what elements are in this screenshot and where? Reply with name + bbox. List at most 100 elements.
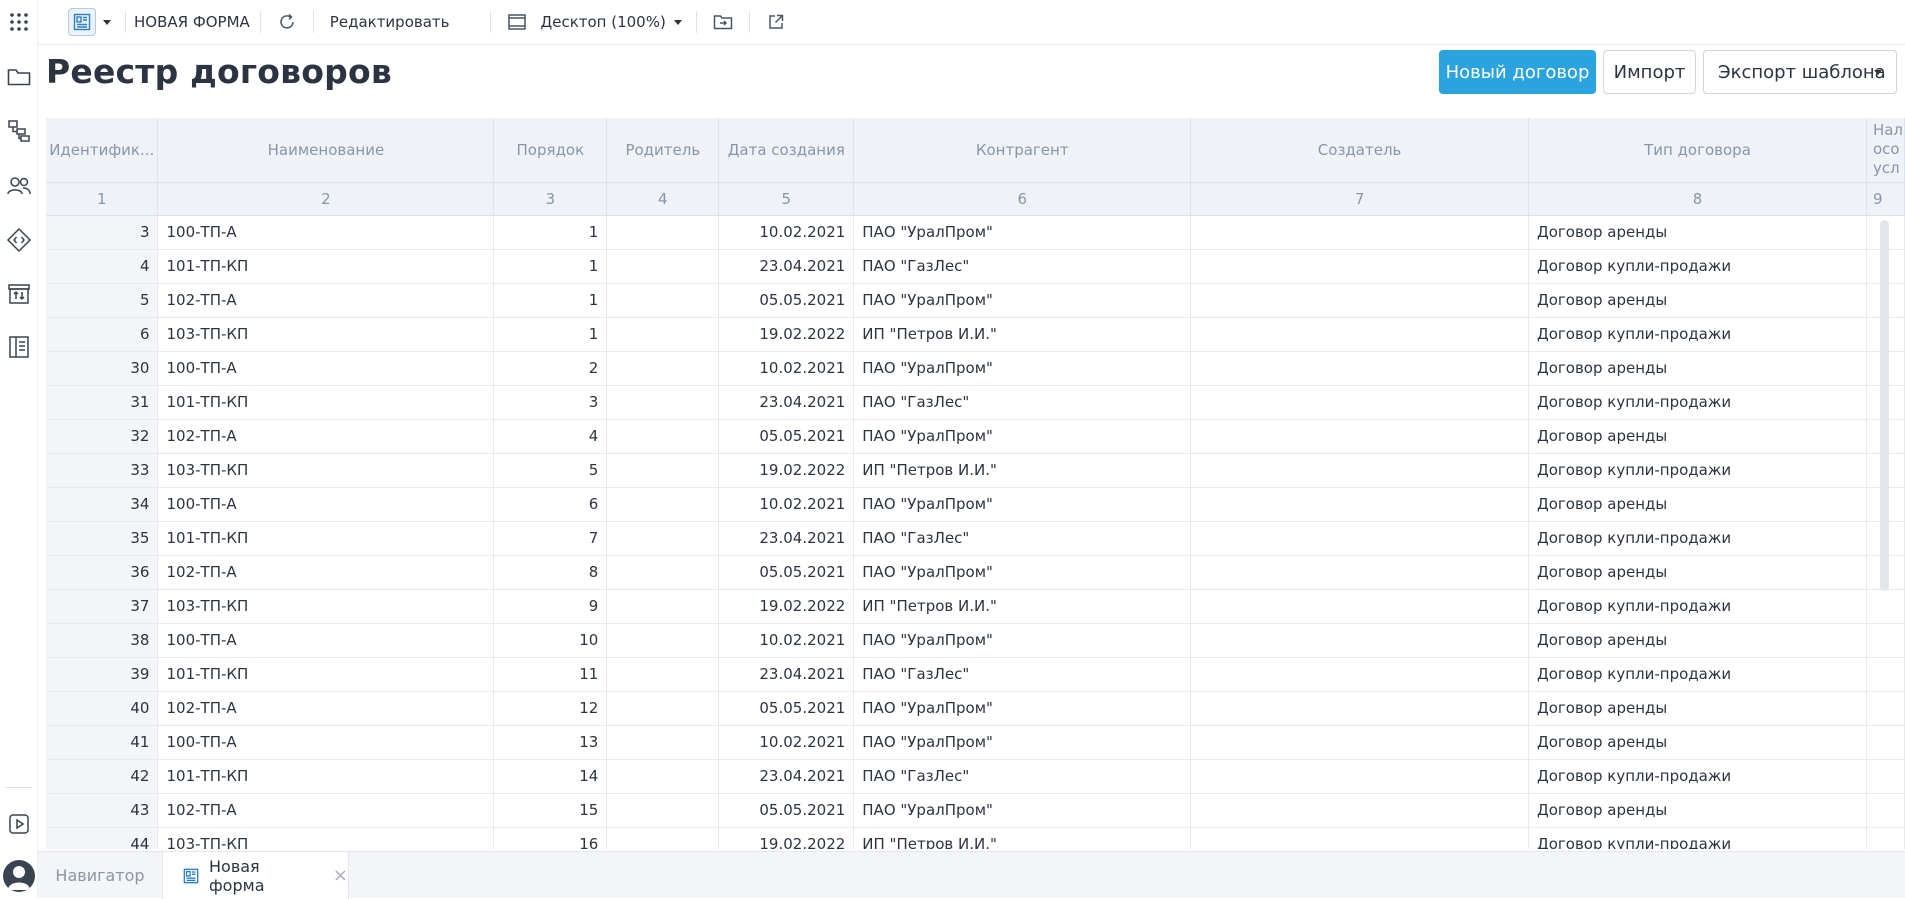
cell-creator[interactable] (1190, 623, 1530, 658)
cell-creator[interactable] (1190, 351, 1530, 386)
cell-order[interactable]: 1 (493, 317, 608, 352)
cell-id[interactable]: 43 (46, 793, 159, 828)
cell-parent[interactable] (606, 657, 720, 692)
cell-counterparty[interactable]: ПАО "УралПром" (853, 215, 1192, 250)
cell-creator[interactable] (1190, 555, 1530, 590)
cell-counterparty[interactable]: ПАО "ГазЛес" (853, 249, 1192, 284)
cell-contract-type[interactable]: Договор аренды (1528, 283, 1867, 318)
tab-current-form[interactable]: Новая форма × (162, 852, 349, 899)
cell-id[interactable]: 38 (46, 623, 159, 658)
cell-parent[interactable] (606, 691, 720, 726)
cell-order[interactable]: 8 (493, 555, 608, 590)
col-header-id[interactable]: Идентифик... (46, 118, 159, 183)
cell-contract-type[interactable]: Договор купли-продажи (1528, 317, 1867, 352)
cell-name[interactable]: 102-ТП-А (157, 419, 495, 454)
cell-id[interactable]: 44 (46, 827, 159, 849)
table-row[interactable]: 34 100-ТП-А 6 10.02.2021 ПАО "УралПром" Догов… (46, 487, 1905, 522)
cell-created-date[interactable]: 05.05.2021 (718, 555, 855, 590)
cell-counterparty[interactable]: ИП "Петров И.И." (853, 453, 1192, 488)
cell-name[interactable]: 101-ТП-КП (157, 521, 495, 556)
cell-order[interactable]: 16 (493, 827, 608, 849)
cell-parent[interactable] (606, 351, 720, 386)
cell-id[interactable]: 35 (46, 521, 159, 556)
cell-creator[interactable] (1190, 283, 1530, 318)
cell-created-date[interactable]: 23.04.2021 (718, 385, 855, 420)
cell-name[interactable]: 101-ТП-КП (157, 385, 495, 420)
table-row[interactable]: 39 101-ТП-КП 11 23.04.2021 ПАО "ГазЛес" Догов… (46, 657, 1905, 692)
cell-creator[interactable] (1190, 487, 1530, 522)
table-row[interactable]: 6 103-ТП-КП 1 19.02.2022 ИП "Петров И.И." Дог… (46, 317, 1905, 352)
table-row[interactable]: 36 102-ТП-А 8 05.05.2021 ПАО "УралПром" Догов… (46, 555, 1905, 590)
cell-contract-type[interactable]: Договор купли-продажи (1528, 385, 1867, 420)
cell-name[interactable]: 102-ТП-А (157, 793, 495, 828)
table-row[interactable]: 40 102-ТП-А 12 05.05.2021 ПАО "УралПром" Дого… (46, 691, 1905, 726)
cell-id[interactable]: 41 (46, 725, 159, 760)
cell-created-date[interactable]: 10.02.2021 (718, 725, 855, 760)
cell-parent[interactable] (606, 759, 720, 794)
cell-order[interactable]: 7 (493, 521, 608, 556)
cell-order[interactable]: 1 (493, 283, 608, 318)
cell-creator[interactable] (1190, 419, 1530, 454)
edit-button[interactable]: Редактировать (330, 13, 450, 31)
cell-counterparty[interactable]: ИП "Петров И.И." (853, 317, 1192, 352)
cell-creator[interactable] (1190, 827, 1530, 849)
form-dropdown-chevron-icon[interactable] (103, 19, 111, 25)
cell-creator[interactable] (1190, 657, 1530, 692)
open-external-icon[interactable] (764, 10, 788, 34)
cell-parent[interactable] (606, 827, 720, 849)
cell-counterparty[interactable]: ПАО "ГазЛес" (853, 385, 1192, 420)
cell-contract-type[interactable]: Договор аренды (1528, 351, 1867, 386)
users-icon[interactable] (5, 172, 33, 200)
cell-counterparty[interactable]: ИП "Петров И.И." (853, 589, 1192, 624)
cell-id[interactable]: 30 (46, 351, 159, 386)
cell-id[interactable]: 42 (46, 759, 159, 794)
cell-counterparty[interactable]: ПАО "УралПром" (853, 419, 1192, 454)
cell-created-date[interactable]: 19.02.2022 (718, 827, 855, 849)
view-mode-selector[interactable]: Десктоп (100%) (541, 13, 666, 31)
cell-contract-type[interactable]: Договор купли-продажи (1528, 759, 1867, 794)
cell-created-date[interactable]: 19.02.2022 (718, 453, 855, 488)
cell-creator[interactable] (1190, 317, 1530, 352)
cell-counterparty[interactable]: ПАО "ГазЛес" (853, 657, 1192, 692)
col-header-order[interactable]: Порядок (493, 118, 608, 183)
cell-name[interactable]: 101-ТП-КП (157, 249, 495, 284)
cell-creator[interactable] (1190, 453, 1530, 488)
cell-name[interactable]: 100-ТП-А (157, 215, 495, 250)
cell-creator[interactable] (1190, 725, 1530, 760)
export-template-button[interactable]: Экспорт шаблона (1703, 50, 1897, 94)
cell-id[interactable]: 34 (46, 487, 159, 522)
cell-contract-type[interactable]: Договор аренды (1528, 487, 1867, 522)
cell-created-date[interactable]: 05.05.2021 (718, 283, 855, 318)
table-row[interactable]: 4 101-ТП-КП 1 23.04.2021 ПАО "ГазЛес" Договор… (46, 249, 1905, 284)
book-icon[interactable] (5, 333, 33, 361)
cell-order[interactable]: 12 (493, 691, 608, 726)
cell-created-date[interactable]: 19.02.2022 (718, 589, 855, 624)
cell-contract-type[interactable]: Договор аренды (1528, 555, 1867, 590)
col-header-name[interactable]: Наименование (157, 118, 495, 183)
cell-contract-type[interactable]: Договор аренды (1528, 623, 1867, 658)
col-header-counterparty[interactable]: Контрагент (853, 118, 1192, 183)
cell-creator[interactable] (1190, 521, 1530, 556)
cell-counterparty[interactable]: ИП "Петров И.И." (853, 827, 1192, 849)
apps-grid-icon[interactable] (5, 8, 33, 36)
cell-name[interactable]: 102-ТП-А (157, 691, 495, 726)
cell-parent[interactable] (606, 317, 720, 352)
cell-id[interactable]: 40 (46, 691, 159, 726)
cell-counterparty[interactable]: ПАО "УралПром" (853, 793, 1192, 828)
cell-creator[interactable] (1190, 385, 1530, 420)
cell-contract-type[interactable]: Договор купли-продажи (1528, 521, 1867, 556)
cell-parent[interactable] (606, 283, 720, 318)
user-avatar-icon[interactable] (3, 860, 35, 892)
cell-creator[interactable] (1190, 793, 1530, 828)
cell-counterparty[interactable]: ПАО "УралПром" (853, 351, 1192, 386)
table-row[interactable]: 42 101-ТП-КП 14 23.04.2021 ПАО "ГазЛес" Догов… (46, 759, 1905, 794)
cell-order[interactable]: 10 (493, 623, 608, 658)
cell-created-date[interactable]: 05.05.2021 (718, 691, 855, 726)
cell-creator[interactable] (1190, 249, 1530, 284)
cell-created-date[interactable]: 10.02.2021 (718, 623, 855, 658)
cell-counterparty[interactable]: ПАО "УралПром" (853, 623, 1192, 658)
cell-created-date[interactable]: 10.02.2021 (718, 487, 855, 522)
cell-contract-type[interactable]: Договор купли-продажи (1528, 249, 1867, 284)
cell-name[interactable]: 103-ТП-КП (157, 453, 495, 488)
form-layout-button[interactable] (68, 8, 96, 36)
